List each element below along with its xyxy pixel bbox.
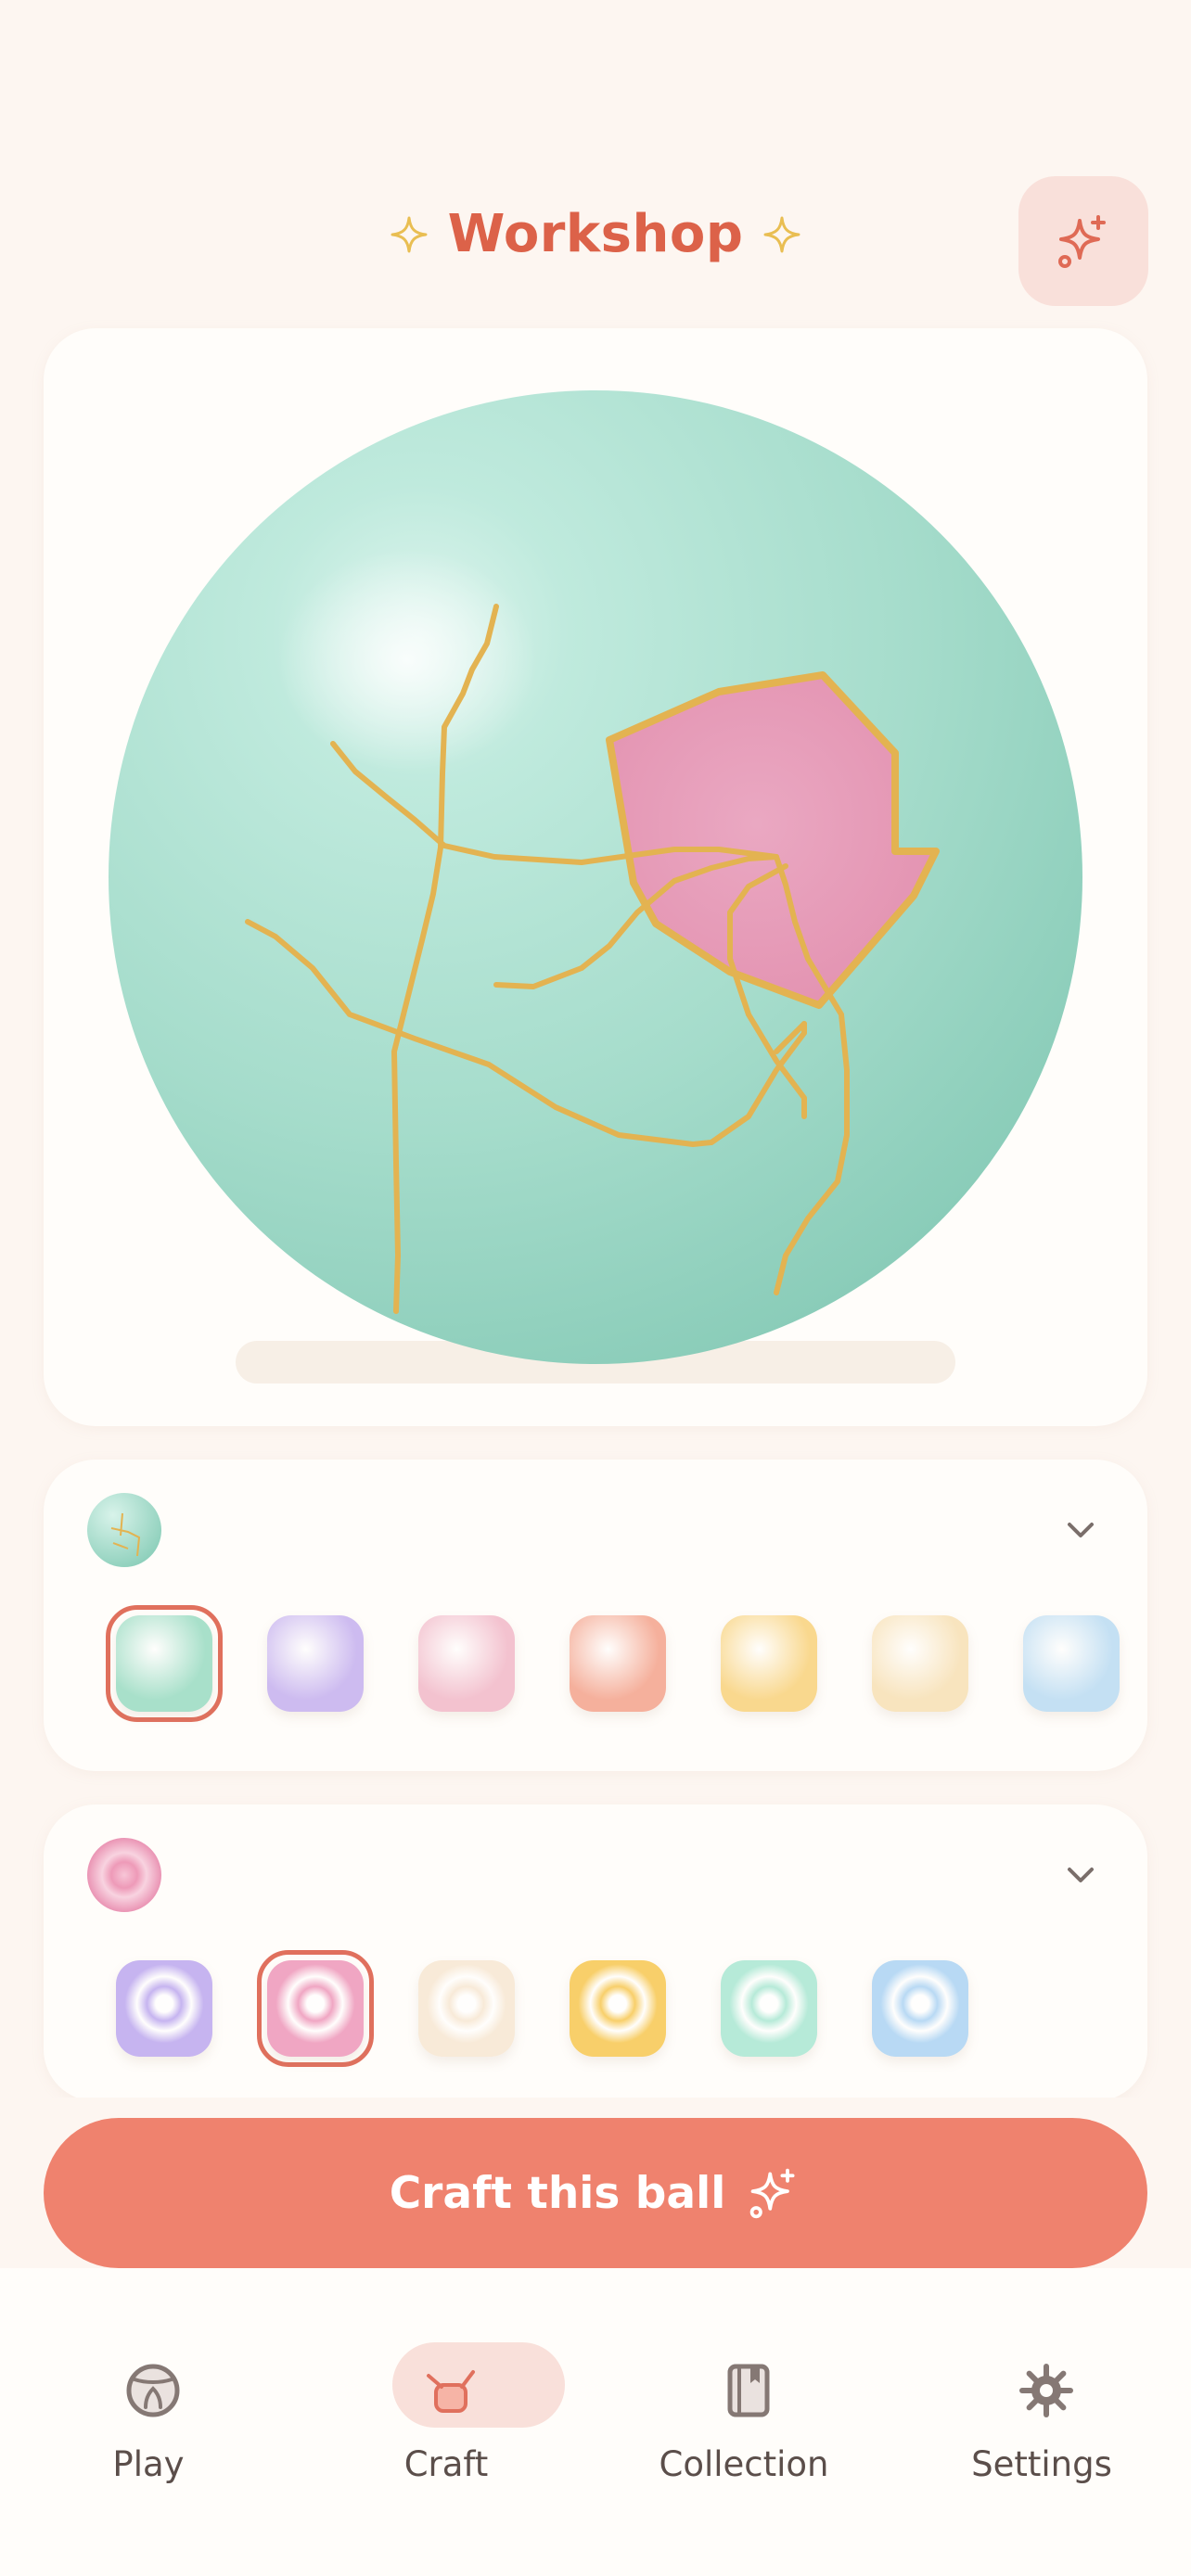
base-color-swatch[interactable] [1023,1615,1120,1712]
base-color-swatch[interactable] [872,1615,968,1712]
tab-play[interactable]: Play [9,2305,288,2484]
title-group: Workshop [0,204,1191,264]
base-color-swatch[interactable] [267,1615,364,1712]
pattern-color-picker [44,1804,1147,2101]
tab-label: Settings [971,2444,1112,2484]
craft-button-label: Craft this ball [389,2167,726,2219]
pattern-color-swatch[interactable] [872,1960,968,2057]
sparkle-icon [391,216,428,252]
ball-preview-card [44,328,1147,1426]
ball-shine [277,549,537,772]
ball-preview[interactable] [44,328,1147,1426]
tab-collection[interactable]: Collection [605,2305,883,2484]
magic-button[interactable] [1018,176,1148,306]
pattern-color-swatch[interactable] [267,1960,364,2057]
sparkles-icon [1058,215,1106,268]
sparkles-icon [750,2168,795,2219]
craft-icon [427,2370,475,2413]
scroll-edge [0,2098,1191,2116]
tab-settings[interactable]: Settings [903,2305,1181,2484]
chevron-down-icon[interactable] [1062,1511,1099,1549]
pink-swirl-icon [87,1838,161,1912]
chevron-down-icon[interactable] [1062,1856,1099,1894]
tab-label: Collection [659,2444,829,2484]
tab-label: Play [112,2444,185,2484]
pattern-color-swatch[interactable] [418,1960,515,2057]
sparkle-icon [763,216,800,252]
mint-ball-icon [87,1493,161,1567]
book-icon [727,2364,770,2417]
base-color-swatch[interactable] [721,1615,817,1712]
pattern-color-swatch[interactable] [570,1960,666,2057]
craft-button[interactable]: Craft this ball [44,2118,1147,2268]
pattern-swatch-row [44,1804,1147,2101]
gear-icon [1019,2364,1073,2417]
active-tab-indicator [392,2342,565,2428]
pattern-color-swatch[interactable] [721,1960,817,2057]
ball-icon [126,2364,180,2417]
header: Workshop [0,176,1191,306]
base-color-picker [44,1460,1147,1771]
tab-craft[interactable]: Craft [307,2305,585,2484]
tab-label: Craft [403,2444,489,2484]
page-title: Workshop [447,204,744,264]
base-color-swatch[interactable] [116,1615,212,1712]
ball [109,390,1082,1364]
pattern-color-swatch[interactable] [116,1960,212,2057]
tab-bar: Play Craft Collection Settings [0,2268,1191,2576]
base-swatch-row [44,1460,1147,1771]
base-color-swatch[interactable] [570,1615,666,1712]
base-color-swatch[interactable] [418,1615,515,1712]
